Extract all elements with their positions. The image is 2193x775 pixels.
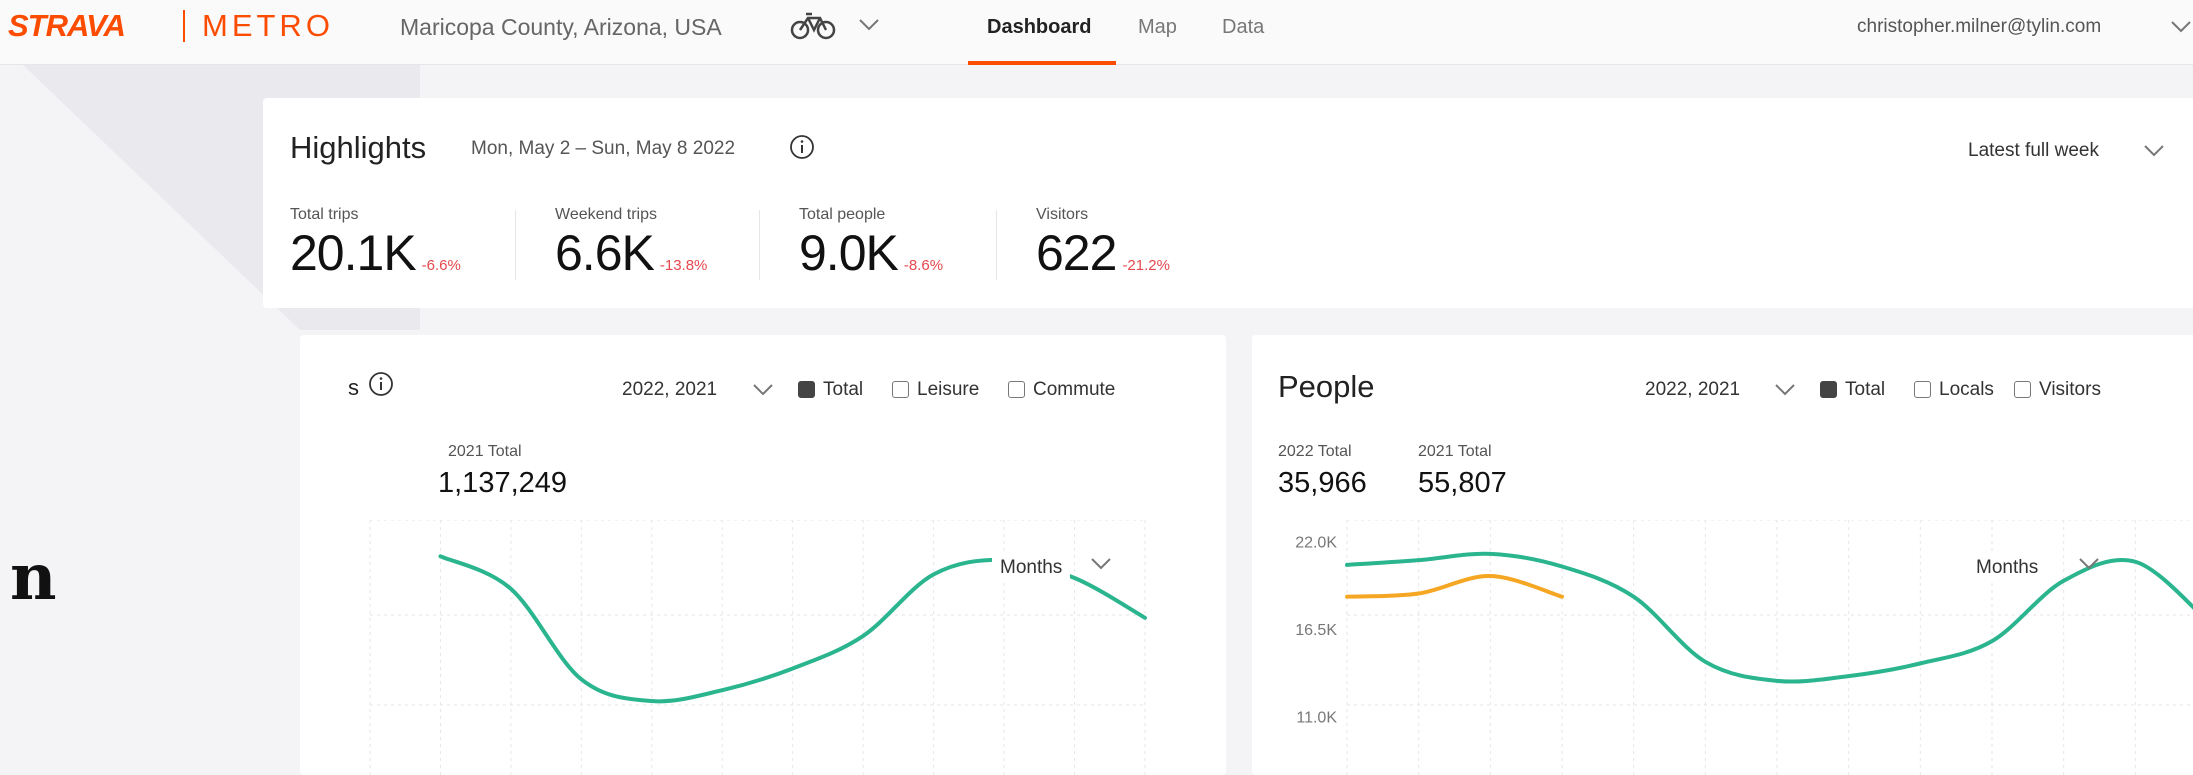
top-navigation: STRAVA METRO Maricopa County, Arizona, U… [0,0,2193,65]
chevron-down-icon[interactable] [1774,383,1796,397]
chevron-down-icon[interactable] [2078,557,2100,571]
stat-change: -21.2% [1122,257,1170,274]
trips-chart-card: s 2022, 2021 Total Leisure Commute 2021 … [300,335,1226,775]
granularity-select[interactable]: Months [992,553,1071,583]
highlights-title: Highlights [290,130,427,165]
checkbox[interactable] [2014,381,2031,398]
chevron-down-icon[interactable] [752,383,774,397]
side-text: n [10,540,57,615]
series-line-secondary [1345,574,1564,599]
stat-value: 6.6K [555,225,655,281]
y-tick-label: 11.0K [1296,709,1337,726]
filter-locals[interactable]: Locals [1914,379,1994,401]
summary-label: 2022 Total [1278,443,1352,460]
stat-label: Total people [799,206,886,223]
y-tick-label: 22.0K [1295,535,1337,552]
filter-label: Commute [1033,379,1116,400]
people-line-chart: 22.0K 16.5K 11.0K [1295,520,2193,775]
active-tab-indicator [968,61,1116,65]
stat-change: -13.8% [659,257,708,274]
highlights-card: Highlights Mon, May 2 – Sun, May 8 2022 … [263,98,2193,308]
filter-visitors[interactable]: Visitors [2014,379,2101,401]
divider [759,210,760,280]
chevron-down-icon[interactable] [2170,20,2192,34]
summary-label: 2021 Total [1418,443,1492,460]
divider [515,210,516,280]
bike-icon[interactable] [790,10,836,40]
stat-change: -6.6% [421,257,461,274]
year-select[interactable]: 2022, 2021 [1645,379,1740,401]
stat-visitors: Visitors 622 -21.2% [1036,206,1170,282]
summary-value: 1,137,249 [438,467,568,499]
tab-map[interactable]: Map [1138,16,1177,39]
summary-value: 55,807 [1418,467,1507,499]
filter-leisure[interactable]: Leisure [892,379,979,401]
tab-dashboard[interactable]: Dashboard [987,16,1091,39]
stat-change: -8.6% [903,257,944,274]
stat-label: Total trips [290,206,359,223]
granularity-select[interactable]: Months [1968,553,2047,583]
user-account[interactable]: christopher.milner@tylin.com [1857,16,2101,38]
info-icon[interactable] [368,371,394,397]
filter-label: Locals [1939,379,1994,400]
stat-value: 20.1K [290,225,417,281]
info-icon[interactable] [789,134,815,160]
stat-label: Weekend trips [555,206,657,223]
trips-line-chart [369,520,1147,775]
filter-total[interactable]: Total [1820,379,1885,401]
series-line-primary [1345,551,2193,684]
filter-label: Leisure [917,379,980,400]
logo-divider [183,10,185,42]
stat-value: 9.0K [799,225,899,281]
filter-total[interactable]: Total [798,379,863,401]
checkbox[interactable] [1008,381,1025,398]
summary-value: 35,966 [1278,467,1367,499]
stat-weekend-trips: Weekend trips 6.6K -13.8% [555,206,707,282]
region-selector[interactable]: Maricopa County, Arizona, USA [400,14,722,41]
checkbox[interactable] [1914,381,1931,398]
chevron-down-icon[interactable] [858,18,880,32]
filter-commute[interactable]: Commute [1008,379,1115,401]
checkbox-checked[interactable] [798,381,815,398]
chevron-down-icon[interactable] [1090,557,1112,571]
brand-logo[interactable]: STRAVA [8,8,126,44]
checkbox[interactable] [892,381,909,398]
date-range: Mon, May 2 – Sun, May 8 2022 [471,138,736,159]
trips-title-fragment: s [348,375,359,400]
summary-label: 2021 Total [448,443,522,460]
tab-data[interactable]: Data [1222,16,1264,39]
filter-label: Total [1845,379,1886,400]
y-tick-label: 16.5K [1295,622,1337,639]
stat-total-people: Total people 9.0K -8.6% [799,206,943,282]
checkbox-checked[interactable] [1820,381,1837,398]
chevron-down-icon[interactable] [2143,144,2165,158]
stat-label: Visitors [1036,206,1089,223]
stat-total-trips: Total trips 20.1K -6.6% [290,206,461,282]
product-name: METRO [202,8,334,43]
divider [996,210,997,280]
people-chart-card: People 2022, 2021 Total Locals Visitors … [1252,335,2193,775]
filter-label: Visitors [2039,379,2101,400]
stat-value: 622 [1036,225,1117,281]
filter-label: Total [823,379,864,400]
year-select[interactable]: 2022, 2021 [622,379,717,401]
people-title: People [1278,369,1375,404]
period-select[interactable]: Latest full week [1968,140,2099,162]
